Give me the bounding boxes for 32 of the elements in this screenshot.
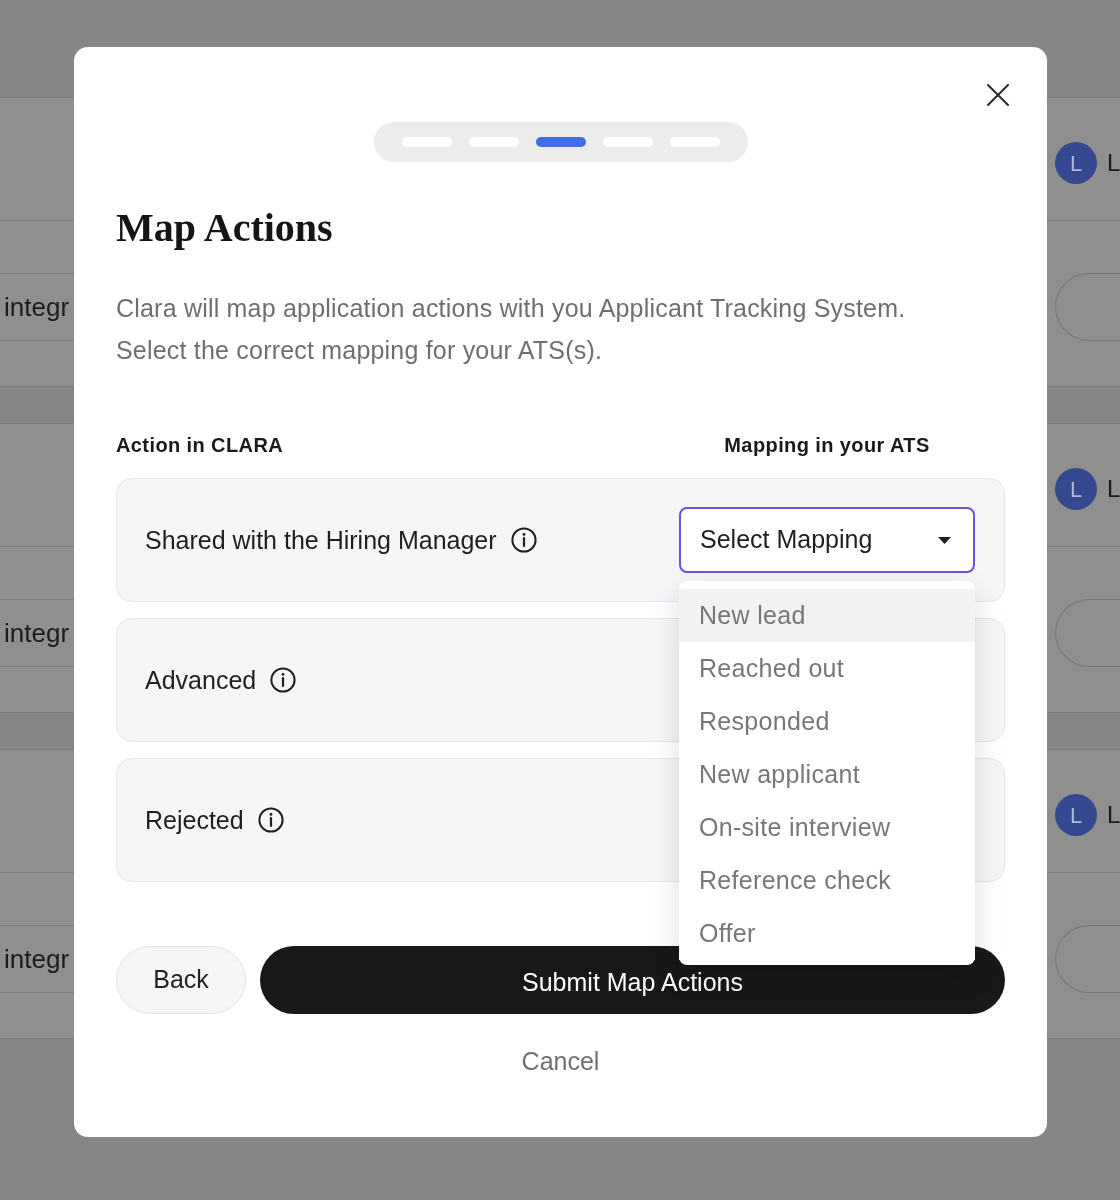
- dropdown-option[interactable]: Reference check: [679, 854, 975, 907]
- user-name: L: [1107, 801, 1120, 829]
- row-text: integr: [4, 618, 70, 648]
- action-label: Rejected: [145, 805, 244, 835]
- avatar: L: [1055, 468, 1097, 510]
- dropdown-option[interactable]: New applicant: [679, 748, 975, 801]
- row-text: integr: [4, 944, 70, 974]
- row-text: integr: [4, 292, 70, 322]
- column-header: Action in CLARA: [116, 433, 284, 457]
- dialog-title: Map Actions: [116, 206, 333, 250]
- cancel-button[interactable]: Cancel: [521, 1046, 600, 1076]
- info-icon: [270, 667, 297, 693]
- description-text: Clara will map application actions with you Applicant Tracking System. Select the correct mapping for your ATS(s).: [116, 293, 906, 366]
- action-label: Shared with the Hiring Manager: [145, 525, 497, 555]
- close-icon: [986, 83, 1010, 107]
- dropdown-option[interactable]: On-site interview: [679, 801, 975, 854]
- back-button[interactable]: Back: [116, 946, 246, 1014]
- dropdown-option[interactable]: New lead: [679, 589, 975, 642]
- info-icon: [257, 807, 284, 833]
- dropdown-option[interactable]: Offer: [679, 907, 975, 960]
- caret-icon: [938, 536, 951, 544]
- mapping-select[interactable]: Select Mapping: [679, 507, 975, 573]
- info-icon: [510, 527, 537, 553]
- close-button[interactable]: [986, 83, 1010, 107]
- dropdown-option[interactable]: Responded: [679, 695, 975, 748]
- column-header: Mapping in your ATS: [724, 433, 930, 457]
- action-label: Advanced: [145, 665, 257, 695]
- avatar: L: [1055, 794, 1097, 836]
- user-name: L: [1107, 149, 1120, 177]
- user-name: L: [1107, 475, 1120, 503]
- dropdown-option[interactable]: Reached out: [679, 642, 975, 695]
- avatar: L: [1055, 142, 1097, 184]
